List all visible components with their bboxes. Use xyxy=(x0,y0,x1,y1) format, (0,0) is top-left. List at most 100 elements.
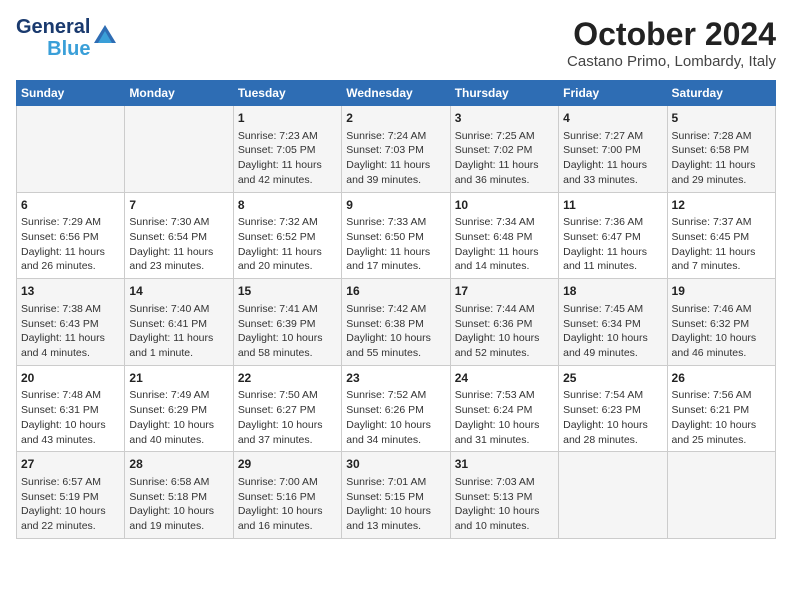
day-info: Sunrise: 7:30 AM Sunset: 6:54 PM Dayligh… xyxy=(129,215,228,274)
day-number: 27 xyxy=(21,456,120,473)
calendar-cell: 13 Sunrise: 7:38 AM Sunset: 6:43 PM Dayli… xyxy=(17,279,125,366)
calendar-cell: 22Sunrise: 7:50 AM Sunset: 6:27 PM Dayli… xyxy=(233,365,341,452)
day-number: 26 xyxy=(672,370,771,387)
calendar-cell: 5 Sunrise: 7:28 AM Sunset: 6:58 PM Daylig… xyxy=(667,106,775,193)
day-number: 1 xyxy=(238,110,337,127)
day-number: 21 xyxy=(129,370,228,387)
calendar-cell: 4 Sunrise: 7:27 AM Sunset: 7:00 PM Daylig… xyxy=(559,106,667,193)
day-info: Sunrise: 7:54 AM Sunset: 6:23 PM Dayligh… xyxy=(563,388,662,447)
weekday-header-saturday: Saturday xyxy=(667,81,775,106)
calendar-cell: 25Sunrise: 7:54 AM Sunset: 6:23 PM Dayli… xyxy=(559,365,667,452)
day-number: 14 xyxy=(129,283,228,300)
week-row-1: 1 Sunrise: 7:23 AM Sunset: 7:05 PM Daylig… xyxy=(17,106,776,193)
day-number: 7 xyxy=(129,197,228,214)
day-number: 4 xyxy=(563,110,662,127)
day-info: Sunrise: 7:42 AM Sunset: 6:38 PM Dayligh… xyxy=(346,302,445,361)
title-area: October 2024 Castano Primo, Lombardy, It… xyxy=(567,16,776,70)
day-number: 22 xyxy=(238,370,337,387)
calendar-cell: 7Sunrise: 7:30 AM Sunset: 6:54 PM Daylig… xyxy=(125,192,233,279)
day-number: 19 xyxy=(672,283,771,300)
day-number: 20 xyxy=(21,370,120,387)
calendar-cell: 11Sunrise: 7:36 AM Sunset: 6:47 PM Dayli… xyxy=(559,192,667,279)
weekday-header-row: SundayMondayTuesdayWednesdayThursdayFrid… xyxy=(17,81,776,106)
day-info: Sunrise: 7:29 AM Sunset: 6:56 PM Dayligh… xyxy=(21,215,120,274)
calendar-cell: 9Sunrise: 7:33 AM Sunset: 6:50 PM Daylig… xyxy=(342,192,450,279)
calendar-cell: 2 Sunrise: 7:24 AM Sunset: 7:03 PM Daylig… xyxy=(342,106,450,193)
day-number: 5 xyxy=(672,110,771,127)
day-info: Sunrise: 7:03 AM Sunset: 5:13 PM Dayligh… xyxy=(455,475,554,534)
calendar: SundayMondayTuesdayWednesdayThursdayFrid… xyxy=(16,80,776,539)
day-info: Sunrise: 7:33 AM Sunset: 6:50 PM Dayligh… xyxy=(346,215,445,274)
day-info: Sunrise: 7:50 AM Sunset: 6:27 PM Dayligh… xyxy=(238,388,337,447)
calendar-cell: 31 Sunrise: 7:03 AM Sunset: 5:13 PM Dayli… xyxy=(450,452,558,539)
day-info: Sunrise: 7:37 AM Sunset: 6:45 PM Dayligh… xyxy=(672,215,771,274)
day-number: 23 xyxy=(346,370,445,387)
calendar-cell: 24Sunrise: 7:53 AM Sunset: 6:24 PM Dayli… xyxy=(450,365,558,452)
day-number: 30 xyxy=(346,456,445,473)
day-info: Sunrise: 7:49 AM Sunset: 6:29 PM Dayligh… xyxy=(129,388,228,447)
day-info: Sunrise: 7:38 AM Sunset: 6:43 PM Dayligh… xyxy=(21,302,120,361)
calendar-cell: 28 Sunrise: 6:58 AM Sunset: 5:18 PM Dayli… xyxy=(125,452,233,539)
logo-general: General xyxy=(16,16,90,38)
day-info: Sunrise: 7:56 AM Sunset: 6:21 PM Dayligh… xyxy=(672,388,771,447)
day-number: 17 xyxy=(455,283,554,300)
calendar-cell: 21Sunrise: 7:49 AM Sunset: 6:29 PM Dayli… xyxy=(125,365,233,452)
day-info: Sunrise: 7:52 AM Sunset: 6:26 PM Dayligh… xyxy=(346,388,445,447)
week-row-5: 27 Sunrise: 6:57 AM Sunset: 5:19 PM Dayli… xyxy=(17,452,776,539)
weekday-header-wednesday: Wednesday xyxy=(342,81,450,106)
day-info: Sunrise: 6:58 AM Sunset: 5:18 PM Dayligh… xyxy=(129,475,228,534)
calendar-cell: 3 Sunrise: 7:25 AM Sunset: 7:02 PM Daylig… xyxy=(450,106,558,193)
day-info: Sunrise: 7:48 AM Sunset: 6:31 PM Dayligh… xyxy=(21,388,120,447)
day-number: 15 xyxy=(238,283,337,300)
calendar-cell: 26Sunrise: 7:56 AM Sunset: 6:21 PM Dayli… xyxy=(667,365,775,452)
day-number: 28 xyxy=(129,456,228,473)
day-info: Sunrise: 7:00 AM Sunset: 5:16 PM Dayligh… xyxy=(238,475,337,534)
calendar-cell: 16Sunrise: 7:42 AM Sunset: 6:38 PM Dayli… xyxy=(342,279,450,366)
logo-blue: Blue xyxy=(47,38,90,60)
header: General Blue October 2024 Castano Primo,… xyxy=(16,16,776,70)
calendar-cell: 14Sunrise: 7:40 AM Sunset: 6:41 PM Dayli… xyxy=(125,279,233,366)
day-number: 12 xyxy=(672,197,771,214)
calendar-cell: 30Sunrise: 7:01 AM Sunset: 5:15 PM Dayli… xyxy=(342,452,450,539)
day-number: 3 xyxy=(455,110,554,127)
calendar-cell xyxy=(125,106,233,193)
day-info: Sunrise: 7:25 AM Sunset: 7:02 PM Dayligh… xyxy=(455,129,554,188)
calendar-cell: 17 Sunrise: 7:44 AM Sunset: 6:36 PM Dayli… xyxy=(450,279,558,366)
calendar-cell xyxy=(17,106,125,193)
day-number: 2 xyxy=(346,110,445,127)
day-info: Sunrise: 7:27 AM Sunset: 7:00 PM Dayligh… xyxy=(563,129,662,188)
day-info: Sunrise: 7:44 AM Sunset: 6:36 PM Dayligh… xyxy=(455,302,554,361)
calendar-cell: 20Sunrise: 7:48 AM Sunset: 6:31 PM Dayli… xyxy=(17,365,125,452)
calendar-cell xyxy=(667,452,775,539)
day-number: 11 xyxy=(563,197,662,214)
day-info: Sunrise: 7:45 AM Sunset: 6:34 PM Dayligh… xyxy=(563,302,662,361)
day-info: Sunrise: 7:28 AM Sunset: 6:58 PM Dayligh… xyxy=(672,129,771,188)
day-info: Sunrise: 7:53 AM Sunset: 6:24 PM Dayligh… xyxy=(455,388,554,447)
calendar-cell xyxy=(559,452,667,539)
calendar-cell: 29 Sunrise: 7:00 AM Sunset: 5:16 PM Dayli… xyxy=(233,452,341,539)
day-number: 13 xyxy=(21,283,120,300)
day-info: Sunrise: 7:41 AM Sunset: 6:39 PM Dayligh… xyxy=(238,302,337,361)
day-info: Sunrise: 7:46 AM Sunset: 6:32 PM Dayligh… xyxy=(672,302,771,361)
day-number: 29 xyxy=(238,456,337,473)
calendar-cell: 19 Sunrise: 7:46 AM Sunset: 6:32 PM Dayli… xyxy=(667,279,775,366)
location-title: Castano Primo, Lombardy, Italy xyxy=(567,53,776,70)
calendar-cell: 18 Sunrise: 7:45 AM Sunset: 6:34 PM Dayli… xyxy=(559,279,667,366)
week-row-4: 20Sunrise: 7:48 AM Sunset: 6:31 PM Dayli… xyxy=(17,365,776,452)
weekday-header-sunday: Sunday xyxy=(17,81,125,106)
day-number: 31 xyxy=(455,456,554,473)
calendar-cell: 15 Sunrise: 7:41 AM Sunset: 6:39 PM Dayli… xyxy=(233,279,341,366)
day-info: Sunrise: 7:32 AM Sunset: 6:52 PM Dayligh… xyxy=(238,215,337,274)
day-info: Sunrise: 7:23 AM Sunset: 7:05 PM Dayligh… xyxy=(238,129,337,188)
calendar-cell: 12Sunrise: 7:37 AM Sunset: 6:45 PM Dayli… xyxy=(667,192,775,279)
day-number: 9 xyxy=(346,197,445,214)
day-info: Sunrise: 7:36 AM Sunset: 6:47 PM Dayligh… xyxy=(563,215,662,274)
day-info: Sunrise: 6:57 AM Sunset: 5:19 PM Dayligh… xyxy=(21,475,120,534)
day-number: 18 xyxy=(563,283,662,300)
weekday-header-friday: Friday xyxy=(559,81,667,106)
calendar-cell: 10Sunrise: 7:34 AM Sunset: 6:48 PM Dayli… xyxy=(450,192,558,279)
day-number: 8 xyxy=(238,197,337,214)
day-number: 6 xyxy=(21,197,120,214)
weekday-header-monday: Monday xyxy=(125,81,233,106)
day-info: Sunrise: 7:24 AM Sunset: 7:03 PM Dayligh… xyxy=(346,129,445,188)
